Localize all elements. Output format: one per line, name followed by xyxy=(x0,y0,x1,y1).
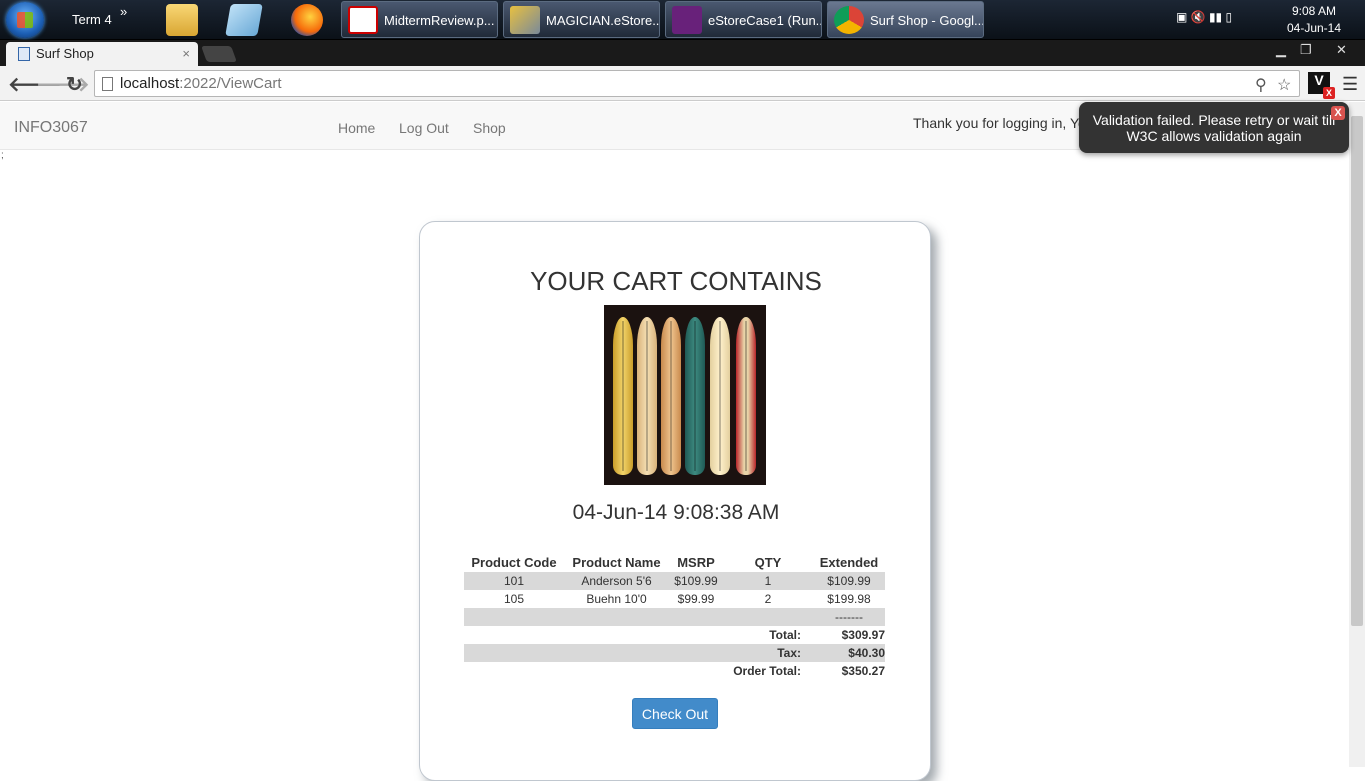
product-msrp: $99.99 xyxy=(677,592,715,606)
address-bar[interactable]: localhost:2022/ViewCart ⚲ ☆ xyxy=(94,70,1300,97)
total-label: Total: xyxy=(769,628,801,642)
task-magician-estore[interactable]: MAGICIAN.eStore... xyxy=(503,1,660,38)
system-clock[interactable]: 9:08 AM 04-Jun-14 xyxy=(1280,3,1348,37)
tab-close-icon[interactable]: × xyxy=(182,46,190,61)
firefox-icon[interactable] xyxy=(291,4,323,36)
toast-message: Validation failed. Please retry or wait … xyxy=(1092,112,1336,144)
tab-title: Surf Shop xyxy=(36,46,94,61)
file-explorer-icon[interactable] xyxy=(166,4,198,36)
cart-card: YOUR CART CONTAINS 04-Jun-14 9:08:38 AM … xyxy=(419,221,931,781)
column-header: QTY xyxy=(754,554,782,570)
product-extended: $109.99 xyxy=(813,572,885,590)
cart-heading: YOUR CART CONTAINS xyxy=(530,266,822,296)
page-favicon-icon xyxy=(18,47,30,61)
validator-extension-icon[interactable]: VX xyxy=(1308,72,1335,99)
check-out-button[interactable]: Check Out xyxy=(632,698,718,729)
cart-table: Product Code Product Name MSRP QTY Exten… xyxy=(464,552,885,680)
url-path: :2022/ViewCart xyxy=(179,75,282,92)
system-tray-icons[interactable]: ▣ 🔇 ▮▮ ▯ xyxy=(1176,10,1232,24)
site-brand[interactable]: INFO3067 xyxy=(14,119,88,137)
separator-line: ------- xyxy=(813,608,885,626)
table-row: 105 Buehn 10'0 $99.99 2 $199.98 xyxy=(464,590,885,608)
search-icon[interactable]: ⚲ xyxy=(1255,75,1267,95)
surfboard-image xyxy=(710,317,730,475)
column-header: Product Name xyxy=(572,554,661,570)
total-value: $309.97 xyxy=(841,628,885,642)
tax-value: $40.30 xyxy=(813,644,885,662)
clock-date: 04-Jun-14 xyxy=(1286,21,1342,35)
pdf-icon xyxy=(348,6,378,34)
surfboard-image xyxy=(685,317,705,475)
product-msrp: $109.99 xyxy=(669,572,723,590)
toast-close-icon[interactable]: X xyxy=(1331,106,1345,120)
bookmark-star-icon[interactable]: ☆ xyxy=(1277,75,1291,95)
task-surf-shop-chrome[interactable]: Surf Shop - Googl... xyxy=(827,1,984,38)
nav-shop[interactable]: Shop xyxy=(473,120,506,136)
surfboards-image xyxy=(604,305,766,485)
column-header: MSRP xyxy=(677,554,715,570)
start-button[interactable] xyxy=(6,2,44,38)
surfboard-image xyxy=(661,317,681,475)
page-scrollbar[interactable] xyxy=(1349,102,1365,767)
windows-taskbar: Term 4 » MidtermReview.p... MAGICIAN.eSt… xyxy=(0,0,1365,40)
product-name: Buehn 10'0 xyxy=(586,592,647,606)
page-icon xyxy=(102,77,113,91)
product-code: 101 xyxy=(464,572,564,590)
cart-timestamp: 04-Jun-14 9:08:38 AM xyxy=(572,501,780,524)
tools-icon xyxy=(510,6,540,34)
nav-home[interactable]: Home xyxy=(338,120,375,136)
product-qty: 2 xyxy=(764,592,772,606)
scrollbar-thumb[interactable] xyxy=(1351,116,1363,626)
product-extended: $199.98 xyxy=(827,592,871,606)
table-header-row: Product Code Product Name MSRP QTY Exten… xyxy=(464,552,885,572)
browser-toolbar: 🡐 🡒 ↻ localhost:2022/ViewCart ⚲ ☆ xyxy=(0,66,1365,101)
product-name: Anderson 5'6 xyxy=(564,572,669,590)
column-header: Extended xyxy=(819,554,879,570)
surfboard-image xyxy=(613,317,633,475)
order-total-value: $350.27 xyxy=(841,664,885,678)
product-qty: 1 xyxy=(723,572,813,590)
total-row: Total: $309.97 xyxy=(464,626,885,644)
extension-error-badge: X xyxy=(1323,87,1335,99)
nav-log-out[interactable]: Log Out xyxy=(399,120,449,136)
toolbar-chevron-icon[interactable]: » xyxy=(120,4,127,19)
restore-icon[interactable]: ❐ xyxy=(1300,42,1312,58)
tax-label: Tax: xyxy=(464,644,813,662)
task-label: MAGICIAN.eStore... xyxy=(546,13,660,28)
minimize-icon[interactable]: ▁ xyxy=(1276,42,1286,58)
product-code: 105 xyxy=(503,592,525,606)
chrome-icon xyxy=(834,6,864,34)
task-estorecase1[interactable]: eStoreCase1 (Run... xyxy=(665,1,822,38)
table-row: 101 Anderson 5'6 $109.99 1 $109.99 xyxy=(464,572,885,590)
login-message: Thank you for logging in, You xyxy=(913,115,1094,131)
toolbar-label: Term 4 xyxy=(72,12,112,27)
surfboard-image xyxy=(736,317,756,475)
task-label: eStoreCase1 (Run... xyxy=(708,13,822,28)
tax-row: Tax: $40.30 xyxy=(464,644,885,662)
chrome-menu-icon[interactable]: ☰ xyxy=(1342,74,1358,95)
url-host: localhost xyxy=(120,75,180,92)
clock-time: 9:08 AM xyxy=(1291,4,1337,18)
task-label: MidtermReview.p... xyxy=(384,13,495,28)
new-tab-button[interactable] xyxy=(201,46,237,62)
task-label: Surf Shop - Googl... xyxy=(870,13,984,28)
order-total-label: Order Total: xyxy=(733,664,801,678)
column-header: Product Code xyxy=(471,554,557,570)
separator-row: ------- xyxy=(464,608,885,626)
surfboard-image xyxy=(637,317,657,475)
notepad-icon[interactable] xyxy=(225,4,263,36)
reload-icon[interactable]: ↻ xyxy=(66,72,83,97)
stray-text: ; xyxy=(1,150,4,161)
tab-surf-shop[interactable]: Surf Shop × xyxy=(6,42,198,66)
window-close-icon[interactable]: ✕ xyxy=(1336,42,1347,58)
order-total-row: Order Total: $350.27 xyxy=(464,662,885,680)
validation-toast: Validation failed. Please retry or wait … xyxy=(1079,102,1349,153)
visual-studio-icon xyxy=(672,6,702,34)
task-midterm-review[interactable]: MidtermReview.p... xyxy=(341,1,498,38)
tab-strip: Surf Shop × xyxy=(0,40,1365,66)
